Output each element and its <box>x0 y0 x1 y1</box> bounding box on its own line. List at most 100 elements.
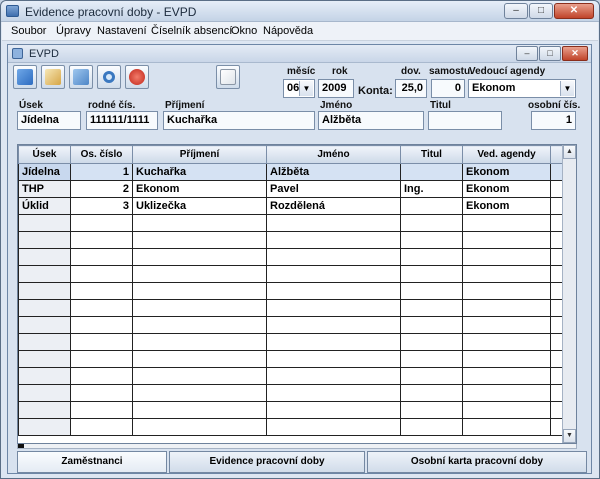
cell-ved-agendy[interactable] <box>462 367 551 385</box>
cell-usek[interactable] <box>18 265 71 283</box>
cell-titul[interactable] <box>400 231 463 249</box>
cell-ved-agendy[interactable] <box>462 248 551 266</box>
cell-os-cislo[interactable]: 2 <box>70 180 133 198</box>
table-row[interactable]: Úklid 3 Uklizečka Rozdělená Ekonom <box>18 197 565 215</box>
cell-usek[interactable] <box>18 316 71 334</box>
cell-prijmeni[interactable]: Uklizečka <box>132 197 267 215</box>
menu-ciselnik-absenci[interactable]: Číselník absencí <box>151 25 232 37</box>
cell-ved-agendy[interactable] <box>462 231 551 249</box>
vertical-scrollbar[interactable]: ▲ ▼ <box>562 145 576 443</box>
cell-os-cislo[interactable] <box>70 384 133 402</box>
table-row[interactable] <box>18 299 565 317</box>
cell-prijmeni[interactable] <box>132 299 267 317</box>
cell-titul[interactable] <box>400 197 463 215</box>
edit-button[interactable] <box>41 65 65 89</box>
menu-upravy[interactable]: Úpravy <box>56 25 91 37</box>
osobni-cislo-field[interactable]: 1 <box>531 111 576 130</box>
cell-ved-agendy[interactable] <box>462 299 551 317</box>
cell-os-cislo[interactable] <box>70 418 133 436</box>
child-minimize-button[interactable]: – <box>516 46 538 61</box>
cell-titul[interactable] <box>400 299 463 317</box>
cell-prijmeni[interactable] <box>132 248 267 266</box>
cell-prijmeni[interactable] <box>132 333 267 351</box>
cell-prijmeni[interactable] <box>132 214 267 232</box>
cell-prijmeni[interactable] <box>132 316 267 334</box>
cell-prijmeni[interactable] <box>132 265 267 283</box>
cell-prijmeni[interactable] <box>132 350 267 368</box>
child-close-button[interactable]: ✕ <box>562 46 588 61</box>
child-maximize-button[interactable]: □ <box>539 46 561 61</box>
cell-titul[interactable] <box>400 265 463 283</box>
cell-titul[interactable] <box>400 401 463 419</box>
cell-jmeno[interactable]: Rozdělená <box>266 197 401 215</box>
cell-ved-agendy[interactable] <box>462 350 551 368</box>
cell-ved-agendy[interactable] <box>462 265 551 283</box>
cell-usek[interactable] <box>18 384 71 402</box>
tab-osobni-karta[interactable]: Osobní karta pracovní doby <box>367 451 587 473</box>
cell-ved-agendy[interactable]: Ekonom <box>462 180 551 198</box>
cell-titul[interactable] <box>400 333 463 351</box>
month-select[interactable]: 06 ▼ <box>283 79 315 98</box>
cell-os-cislo[interactable] <box>70 231 133 249</box>
cell-os-cislo[interactable] <box>70 299 133 317</box>
cell-usek[interactable] <box>18 367 71 385</box>
cell-os-cislo[interactable] <box>70 333 133 351</box>
table-row[interactable] <box>18 367 565 385</box>
table-row[interactable] <box>18 214 565 232</box>
cell-titul[interactable] <box>400 367 463 385</box>
cell-jmeno[interactable] <box>266 299 401 317</box>
cell-usek[interactable] <box>18 333 71 351</box>
cell-usek[interactable] <box>18 418 71 436</box>
menu-nastaveni[interactable]: Nastavení <box>97 25 147 37</box>
col-header-prijmeni[interactable]: Příjmení <box>132 145 267 164</box>
cell-titul[interactable] <box>400 316 463 334</box>
cell-prijmeni[interactable]: Ekonom <box>132 180 267 198</box>
cell-usek[interactable] <box>18 401 71 419</box>
cell-jmeno[interactable] <box>266 265 401 283</box>
cell-prijmeni[interactable] <box>132 282 267 300</box>
col-header-ved-agendy[interactable]: Ved. agendy <box>462 145 551 164</box>
cell-usek[interactable]: Jídelna <box>18 163 71 181</box>
cell-usek[interactable]: THP <box>18 180 71 198</box>
menu-okno[interactable]: Okno <box>231 25 257 37</box>
table-row[interactable] <box>18 231 565 249</box>
power-off-button[interactable] <box>125 65 149 89</box>
cell-os-cislo[interactable] <box>70 367 133 385</box>
cell-prijmeni[interactable] <box>132 401 267 419</box>
col-header-jmeno[interactable]: Jméno <box>266 145 401 164</box>
cell-titul[interactable] <box>400 163 463 181</box>
cell-os-cislo[interactable] <box>70 401 133 419</box>
cell-titul[interactable] <box>400 248 463 266</box>
table-row[interactable] <box>18 384 565 402</box>
cell-jmeno[interactable]: Pavel <box>266 180 401 198</box>
cell-titul[interactable] <box>400 350 463 368</box>
table-row[interactable] <box>18 418 565 436</box>
cell-jmeno[interactable] <box>266 350 401 368</box>
col-header-os-cislo[interactable]: Os. číslo <box>70 145 133 164</box>
usek-field[interactable]: Jídelna <box>17 111 81 130</box>
cell-jmeno[interactable] <box>266 214 401 232</box>
cell-jmeno[interactable] <box>266 418 401 436</box>
cell-prijmeni[interactable] <box>132 367 267 385</box>
search-button[interactable] <box>97 65 121 89</box>
col-header-titul[interactable]: Titul <box>400 145 463 164</box>
cell-prijmeni[interactable] <box>132 418 267 436</box>
maximize-button[interactable]: □ <box>529 3 553 19</box>
new-record-button[interactable] <box>13 65 37 89</box>
cell-ved-agendy[interactable]: Ekonom <box>462 163 551 181</box>
cell-os-cislo[interactable]: 1 <box>70 163 133 181</box>
table-row[interactable] <box>18 282 565 300</box>
tab-zamestnanci[interactable]: Zaměstnanci <box>17 451 167 473</box>
cell-os-cislo[interactable] <box>70 248 133 266</box>
prijmeni-field[interactable]: Kuchařka <box>163 111 315 130</box>
cell-jmeno[interactable] <box>266 231 401 249</box>
tab-evidence-pracovni-doby[interactable]: Evidence pracovní doby <box>169 451 365 473</box>
cell-prijmeni[interactable] <box>132 384 267 402</box>
cell-titul[interactable] <box>400 214 463 232</box>
year-field[interactable]: 2009 <box>318 79 354 98</box>
close-button[interactable]: ✕ <box>554 3 594 19</box>
cell-jmeno[interactable] <box>266 401 401 419</box>
cell-ved-agendy[interactable] <box>462 384 551 402</box>
cell-jmeno[interactable] <box>266 316 401 334</box>
table-row[interactable] <box>18 265 565 283</box>
